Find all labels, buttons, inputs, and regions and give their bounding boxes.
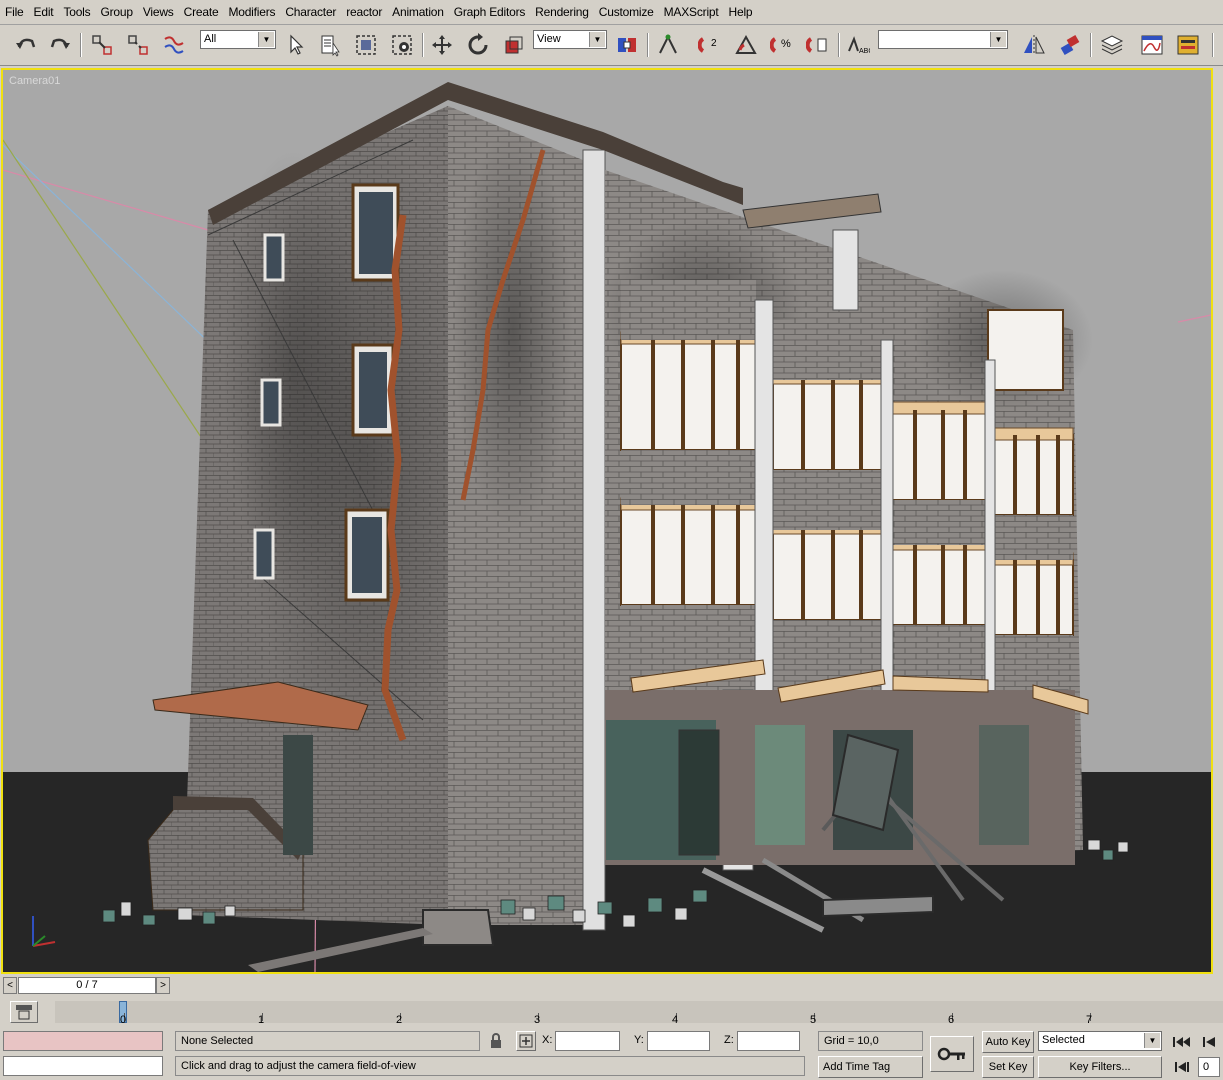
edit-named-selections-icon[interactable]: ABC: [844, 31, 872, 59]
timeline-track[interactable]: 0 1 2 3 4 5 6 7: [55, 1001, 1223, 1026]
svg-text:%: %: [781, 38, 791, 50]
key-filters-button[interactable]: Key Filters...: [1038, 1056, 1162, 1078]
broken-roof-beam: [742, 193, 882, 229]
scale-icon[interactable]: [500, 31, 528, 59]
menu-edit[interactable]: Edit: [29, 5, 59, 19]
lock-selection-icon[interactable]: [488, 1033, 504, 1049]
menu-help[interactable]: Help: [724, 5, 758, 19]
set-key-icon[interactable]: [930, 1036, 974, 1072]
chevron-down-icon: ▼: [589, 32, 605, 47]
mini-curve-editor-icon[interactable]: [10, 1001, 38, 1023]
menu-character[interactable]: Character: [280, 5, 341, 19]
redo-icon[interactable]: [46, 31, 74, 59]
rotate-icon[interactable]: [464, 31, 492, 59]
tick-label: 2: [396, 1014, 403, 1026]
current-frame-field[interactable]: 0: [1198, 1057, 1220, 1077]
menu-maxscript[interactable]: MAXScript: [659, 5, 724, 19]
frame-counter[interactable]: 0 / 7: [18, 977, 156, 994]
time-slider-prev[interactable]: <: [3, 977, 17, 994]
bind-space-warp-icon[interactable]: [160, 31, 188, 59]
set-key-button[interactable]: Set Key: [982, 1056, 1034, 1078]
building-render: [3, 82, 1211, 972]
svg-text:2: 2: [711, 38, 717, 49]
go-to-start-icon[interactable]: [1170, 1033, 1192, 1051]
maxscript-input-mini[interactable]: [3, 1056, 163, 1076]
prompt-line: Click and drag to adjust the camera fiel…: [175, 1056, 805, 1076]
menu-bar: File Edit Tools Group Views Create Modif…: [0, 0, 1223, 25]
select-and-link-icon[interactable]: [88, 31, 116, 59]
percent-snap-icon[interactable]: %: [768, 31, 796, 59]
named-selection-dropdown[interactable]: ▼: [878, 30, 1008, 49]
reference-coordinate-dropdown[interactable]: View ▼: [533, 30, 607, 49]
tick-label: 7: [1086, 1014, 1093, 1026]
menu-file[interactable]: File: [0, 5, 29, 19]
curve-editor-icon[interactable]: [1138, 31, 1166, 59]
svg-text:ABC: ABC: [859, 48, 870, 55]
spinner-snap-icon[interactable]: [804, 31, 832, 59]
window-crossing-icon[interactable]: [388, 31, 416, 59]
menu-reactor[interactable]: reactor: [341, 5, 387, 19]
menu-graph-editors[interactable]: Graph Editors: [449, 5, 530, 19]
layer-manager-icon[interactable]: [1098, 31, 1126, 59]
x-coordinate-field[interactable]: [555, 1031, 620, 1051]
menu-group[interactable]: Group: [95, 5, 137, 19]
selection-status: None Selected: [175, 1031, 480, 1051]
menu-modifiers[interactable]: Modifiers: [223, 5, 280, 19]
use-pivot-center-icon[interactable]: [613, 31, 641, 59]
add-time-tag-button[interactable]: Add Time Tag: [818, 1056, 923, 1078]
tick-label: 3: [534, 1014, 541, 1026]
z-label: Z:: [724, 1034, 734, 1046]
select-by-name-icon[interactable]: [316, 31, 344, 59]
unlink-icon[interactable]: [124, 31, 152, 59]
absolute-mode-icon[interactable]: [516, 1031, 536, 1051]
reference-coordinate-value: View: [537, 33, 561, 45]
tick-label: 4: [672, 1014, 679, 1026]
menu-rendering[interactable]: Rendering: [530, 5, 594, 19]
building-front-wall: [448, 106, 583, 925]
tick-label: 0: [120, 1014, 127, 1026]
bay-windows: [620, 280, 1074, 685]
maxscript-listener-mini[interactable]: [3, 1031, 163, 1051]
selection-filter-value: All: [204, 33, 217, 45]
menu-animation[interactable]: Animation: [387, 5, 449, 19]
status-bar: None Selected Click and drag to adjust t…: [0, 1028, 1223, 1080]
select-and-manipulate-icon[interactable]: [654, 31, 682, 59]
key-mode-toggle-icon[interactable]: [1172, 1059, 1192, 1075]
corner-column: [582, 149, 606, 931]
menu-views[interactable]: Views: [138, 5, 179, 19]
menu-customize[interactable]: Customize: [594, 5, 659, 19]
chevron-down-icon: ▼: [1144, 1033, 1160, 1048]
selection-filter-dropdown[interactable]: All ▼: [200, 30, 276, 49]
tick-label: 6: [948, 1014, 955, 1026]
camera-viewport[interactable]: Camera01: [1, 68, 1213, 974]
track-bar[interactable]: 0 1 2 3 4 5 6 7: [0, 997, 1223, 1027]
angle-snap-icon[interactable]: [732, 31, 760, 59]
schematic-view-icon[interactable]: [1174, 31, 1202, 59]
rectangular-selection-icon[interactable]: [352, 31, 380, 59]
undo-icon[interactable]: [12, 31, 40, 59]
time-slider[interactable]: < 0 / 7 >: [0, 976, 1223, 996]
auto-key-button[interactable]: Auto Key: [982, 1031, 1034, 1053]
tick-label: 5: [810, 1014, 817, 1026]
time-slider-next[interactable]: >: [156, 977, 170, 994]
grid-size-display: Grid = 10,0: [818, 1031, 923, 1051]
z-coordinate-field[interactable]: [737, 1031, 800, 1051]
chevron-down-icon: ▼: [990, 32, 1006, 47]
x-label: X:: [542, 1034, 553, 1046]
move-icon[interactable]: [428, 31, 456, 59]
chevron-down-icon: ▼: [258, 32, 274, 47]
previous-frame-icon[interactable]: [1198, 1033, 1220, 1051]
key-mode-value: Selected: [1042, 1034, 1085, 1046]
y-label: Y:: [634, 1034, 644, 1046]
menu-tools[interactable]: Tools: [58, 5, 95, 19]
y-coordinate-field[interactable]: [647, 1031, 710, 1051]
menu-create[interactable]: Create: [179, 5, 224, 19]
mirror-icon[interactable]: [1020, 31, 1048, 59]
align-icon[interactable]: [1056, 31, 1084, 59]
main-toolbar: All ▼ View ▼ 2 % ABC ▼: [0, 25, 1223, 66]
key-mode-dropdown[interactable]: Selected ▼: [1038, 1031, 1162, 1051]
tick-label: 1: [258, 1014, 265, 1026]
snaps-toggle-icon[interactable]: 2: [696, 31, 724, 59]
select-object-icon[interactable]: [282, 31, 310, 59]
